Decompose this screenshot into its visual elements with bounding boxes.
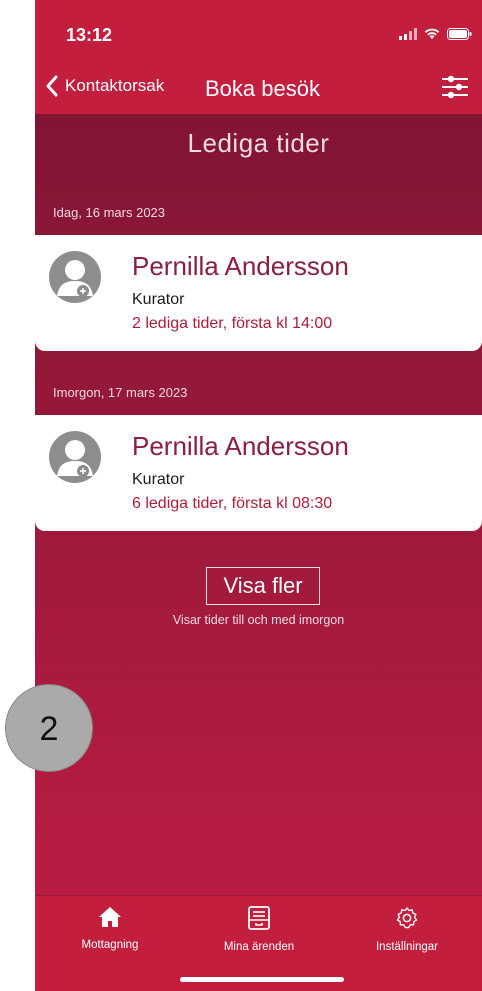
date-label: Idag, 16 mars 2023 <box>53 205 166 220</box>
tab-label: Inställningar <box>375 941 438 953</box>
contact-role: Kurator <box>132 471 185 488</box>
inbox-icon <box>248 906 270 930</box>
available-slots: 6 lediga tider, första kl 08:30 <box>132 495 333 512</box>
contact-role: Kurator <box>132 291 185 308</box>
tab-label: Mina ärenden <box>223 941 295 953</box>
back-button-label: Kontaktorsak <box>65 76 165 95</box>
navigation-bar: Kontaktorsak Boka besök <box>35 56 482 114</box>
phone-screen: 13:12 Kontaktorsak Boka besök Lediga tid… <box>35 0 482 991</box>
avatar-icon <box>49 251 101 303</box>
home-icon <box>99 907 121 927</box>
status-bar: 13:12 <box>35 0 482 56</box>
status-time: 13:12 <box>66 25 113 45</box>
tab-installningar[interactable]: Inställningar <box>342 906 472 953</box>
tab-mottagning[interactable]: Mottagning <box>45 906 175 951</box>
signal-icon <box>399 27 417 40</box>
date-label: Imorgon, 17 mars 2023 <box>53 385 188 400</box>
tab-mina-arenden[interactable]: Mina ärenden <box>194 906 324 953</box>
wifi-icon <box>424 28 440 39</box>
back-button[interactable]: Kontaktorsak <box>45 75 164 97</box>
tab-label: Mottagning <box>81 939 139 951</box>
contact-name: Pernilla Andersson <box>132 431 349 461</box>
home-indicator[interactable] <box>180 977 344 982</box>
status-icons <box>399 27 472 40</box>
section-title: Lediga tider <box>187 128 330 158</box>
avatar-icon <box>49 431 101 483</box>
page-title: Boka besök <box>205 76 320 101</box>
show-more-subtitle: Visar tider till och med imorgon <box>172 613 345 627</box>
available-slots: 2 lediga tider, första kl 14:00 <box>132 315 333 332</box>
battery-icon <box>447 27 472 40</box>
step-badge: 2 <box>5 684 93 772</box>
chevron-left-icon <box>46 75 58 97</box>
appointment-card[interactable]: Pernilla Andersson Kurator 6 lediga tide… <box>35 415 482 531</box>
show-more-button[interactable]: Visa fler <box>206 567 320 605</box>
contact-name: Pernilla Andersson <box>132 251 349 281</box>
gear-icon <box>396 907 418 929</box>
filter-icon[interactable] <box>440 74 470 100</box>
appointment-card[interactable]: Pernilla Andersson Kurator 2 lediga tide… <box>35 235 482 351</box>
